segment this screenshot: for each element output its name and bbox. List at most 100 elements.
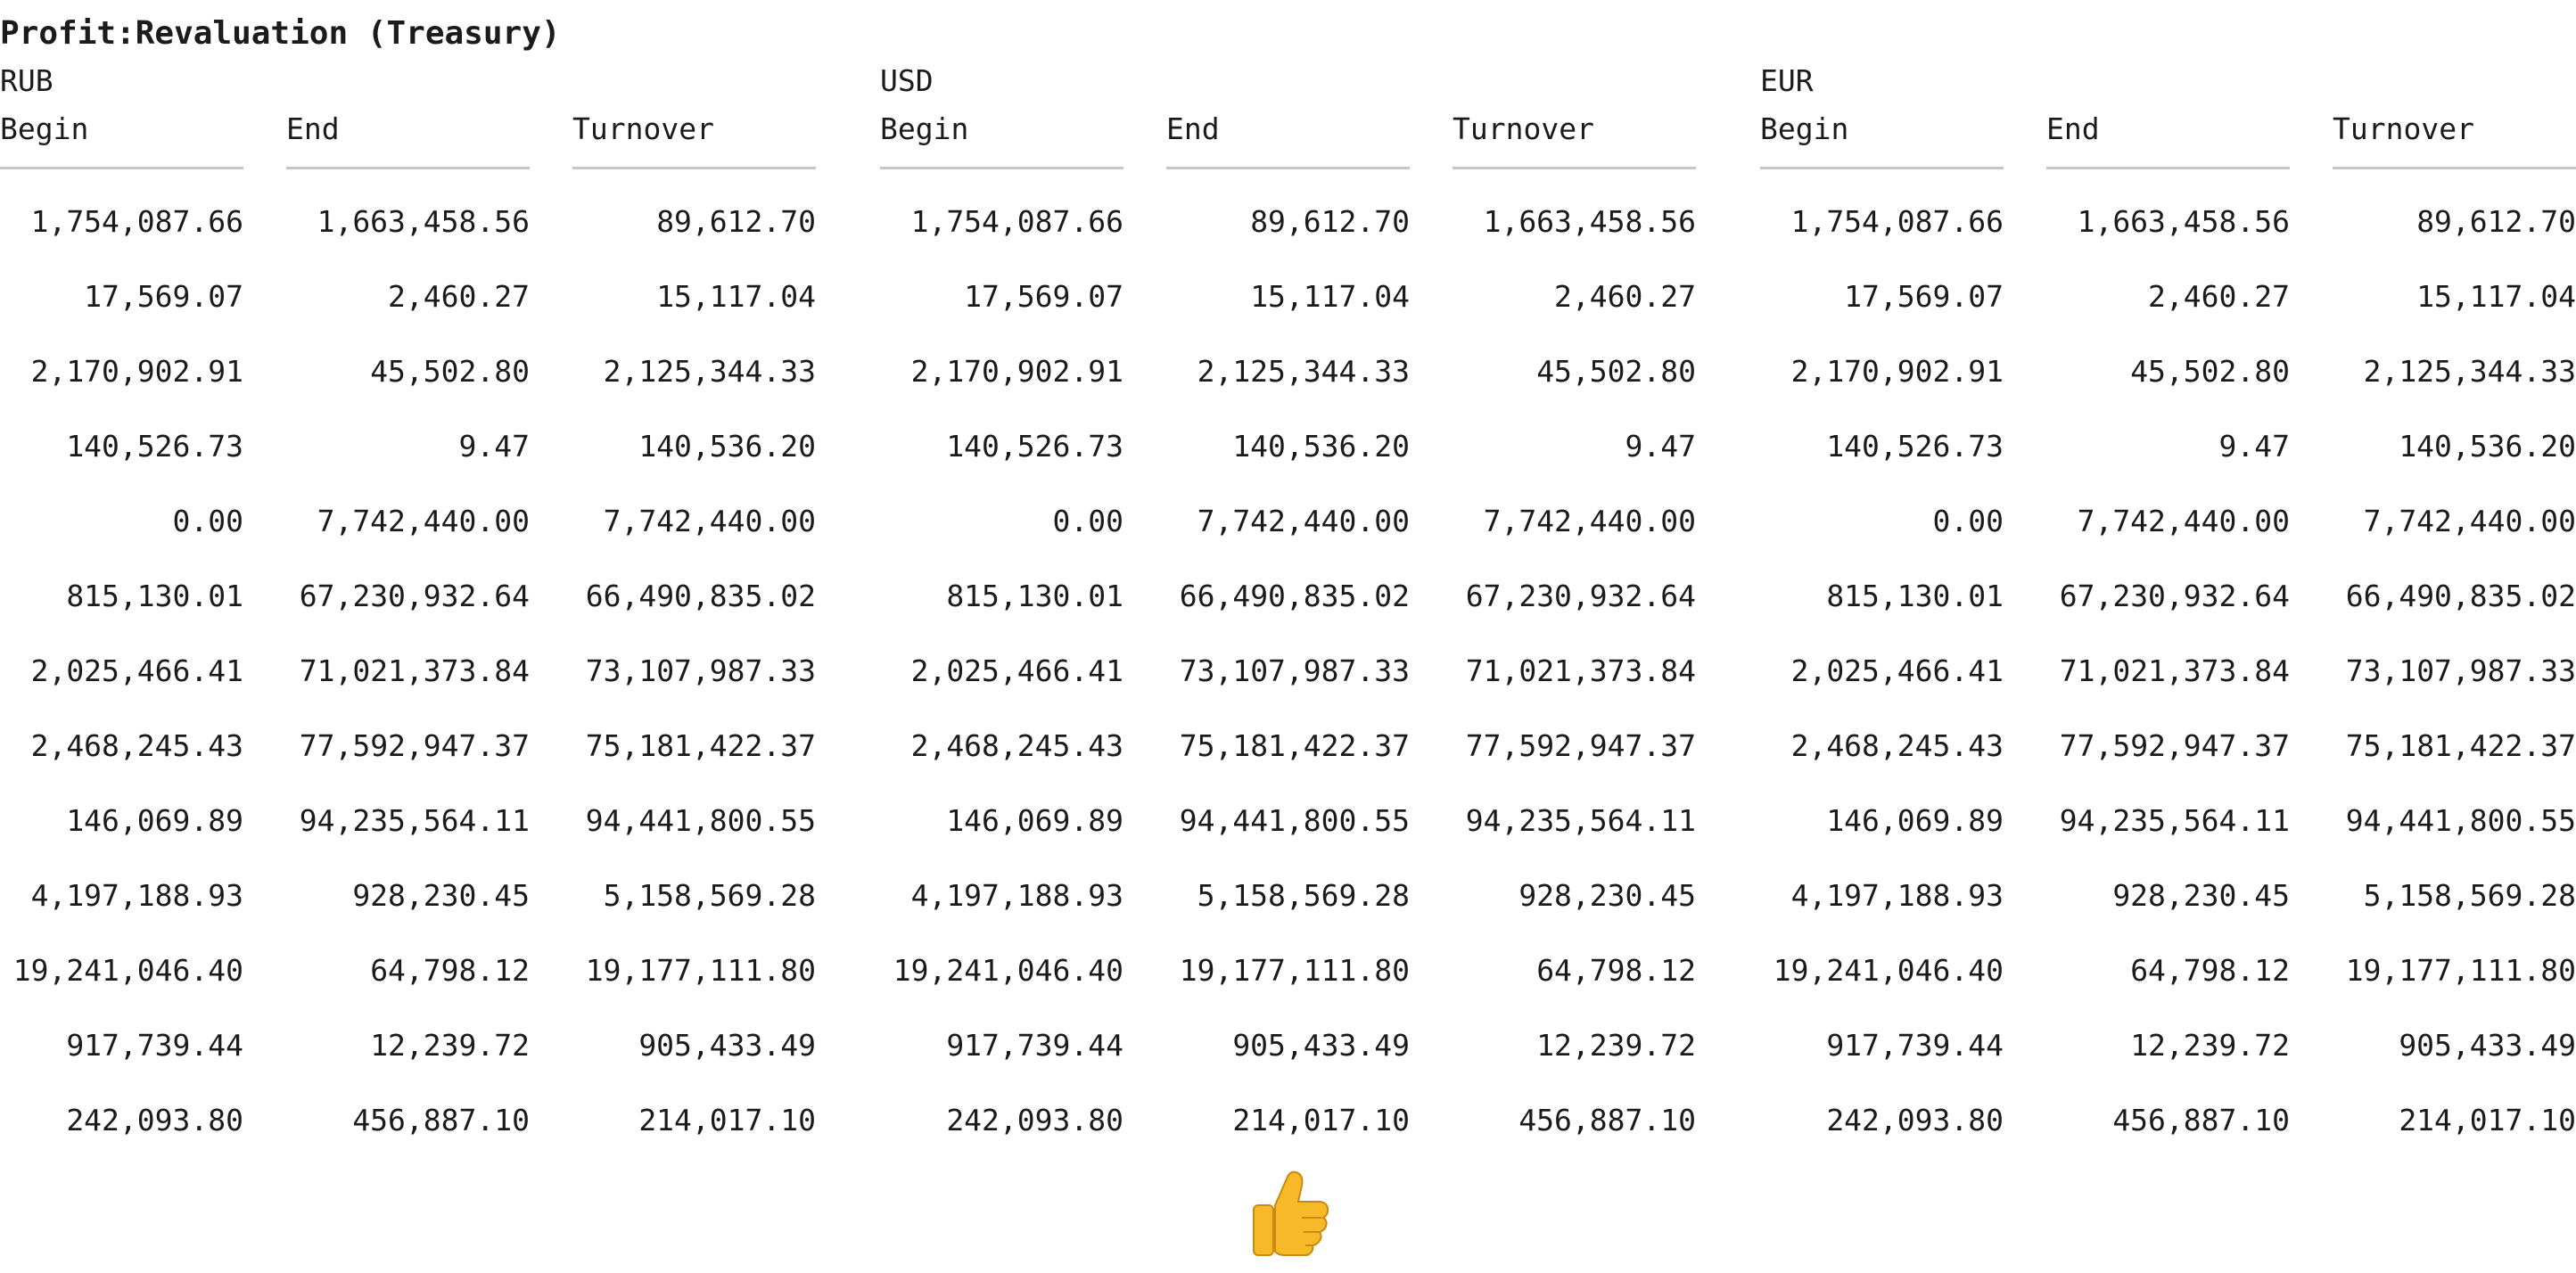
table-cell-eur-turnover: 2,125,344.33 <box>2363 354 2576 389</box>
table-cell-usd-end: 66,490,835.02 <box>1179 579 1410 613</box>
table-cell-rub-end: 7,742,440.00 <box>317 504 530 538</box>
table-cell-eur-end: 77,592,947.37 <box>2059 728 2290 763</box>
table-cell-eur-turnover: 15,117.04 <box>2416 279 2576 314</box>
table-cell-rub-end: 2,460.27 <box>388 279 530 314</box>
table-cell-eur-turnover: 75,181,422.37 <box>2345 728 2576 763</box>
table-cell-usd-turnover: 2,460.27 <box>1554 279 1696 314</box>
table-cell-eur-begin: 17,569.07 <box>1844 279 2004 314</box>
table-cell-eur-end: 456,887.10 <box>2112 1103 2290 1137</box>
table-cell-eur-begin: 2,170,902.91 <box>1790 354 2004 389</box>
column-header-rub-end: End <box>286 111 340 146</box>
table-cell-usd-turnover: 12,239.72 <box>1536 1028 1696 1063</box>
table-cell-rub-begin: 2,025,466.41 <box>30 653 243 688</box>
table-cell-rub-begin: 2,468,245.43 <box>30 728 243 763</box>
table-cell-usd-turnover: 1,663,458.56 <box>1483 204 1696 239</box>
report-title: Profit:Revaluation (Treasury) <box>0 15 561 52</box>
currency-label-rub: RUB <box>0 63 53 98</box>
table-cell-eur-end: 2,460.27 <box>2148 279 2290 314</box>
table-cell-eur-end: 12,239.72 <box>2130 1028 2290 1063</box>
table-cell-eur-turnover: 89,612.70 <box>2416 204 2576 239</box>
table-cell-eur-begin: 1,754,087.66 <box>1790 204 2004 239</box>
table-cell-usd-end: 19,177,111.80 <box>1179 953 1410 988</box>
table-cell-eur-turnover: 214,017.10 <box>2399 1103 2576 1137</box>
table-cell-rub-turnover: 66,490,835.02 <box>585 579 816 613</box>
table-cell-eur-turnover: 905,433.49 <box>2399 1028 2576 1063</box>
table-cell-rub-turnover: 75,181,422.37 <box>585 728 816 763</box>
table-cell-rub-begin: 17,569.07 <box>84 279 243 314</box>
header-underline <box>286 167 530 169</box>
column-header-usd-end: End <box>1166 111 1220 146</box>
header-underline <box>1760 167 2004 169</box>
table-cell-usd-begin: 2,468,245.43 <box>910 728 1123 763</box>
table-cell-eur-end: 7,742,440.00 <box>2077 504 2290 538</box>
thumbs-up-icon <box>1253 1170 1329 1256</box>
table-cell-rub-end: 71,021,373.84 <box>299 653 530 688</box>
column-header-eur-end: End <box>2046 111 2100 146</box>
table-cell-rub-turnover: 905,433.49 <box>638 1028 816 1063</box>
table-cell-eur-turnover: 94,441,800.55 <box>2345 803 2576 838</box>
table-cell-rub-turnover: 7,742,440.00 <box>603 504 816 538</box>
table-cell-usd-begin: 140,526.73 <box>946 429 1123 464</box>
table-cell-rub-end: 12,239.72 <box>370 1028 530 1063</box>
table-cell-eur-turnover: 140,536.20 <box>2399 429 2576 464</box>
table-cell-eur-turnover: 66,490,835.02 <box>2345 579 2576 613</box>
table-cell-rub-end: 45,502.80 <box>370 354 530 389</box>
column-header-usd-turnover: Turnover <box>1453 111 1594 146</box>
table-cell-eur-end: 1,663,458.56 <box>2077 204 2290 239</box>
currency-label-usd: USD <box>880 63 934 98</box>
table-cell-rub-end: 456,887.10 <box>352 1103 530 1137</box>
table-cell-eur-turnover: 19,177,111.80 <box>2345 953 2576 988</box>
table-cell-eur-begin: 19,241,046.40 <box>1773 953 2004 988</box>
table-cell-rub-end: 94,235,564.11 <box>299 803 530 838</box>
table-cell-eur-begin: 140,526.73 <box>1826 429 2004 464</box>
table-cell-rub-turnover: 89,612.70 <box>656 204 816 239</box>
table-cell-usd-turnover: 77,592,947.37 <box>1465 728 1696 763</box>
table-cell-rub-turnover: 2,125,344.33 <box>603 354 816 389</box>
table-cell-eur-begin: 0.00 <box>1932 504 2004 538</box>
table-cell-usd-end: 2,125,344.33 <box>1197 354 1410 389</box>
header-underline <box>1453 167 1696 169</box>
table-cell-usd-end: 94,441,800.55 <box>1179 803 1410 838</box>
table-cell-usd-end: 15,117.04 <box>1250 279 1410 314</box>
header-underline <box>2046 167 2290 169</box>
table-cell-rub-turnover: 94,441,800.55 <box>585 803 816 838</box>
column-header-eur-turnover: Turnover <box>2333 111 2474 146</box>
table-cell-rub-end: 64,798.12 <box>370 953 530 988</box>
table-cell-eur-turnover: 73,107,987.33 <box>2345 653 2576 688</box>
table-cell-rub-turnover: 73,107,987.33 <box>585 653 816 688</box>
table-cell-rub-begin: 19,241,046.40 <box>12 953 243 988</box>
table-cell-eur-end: 9.47 <box>2218 429 2290 464</box>
table-cell-eur-end: 928,230.45 <box>2112 878 2290 913</box>
table-cell-usd-turnover: 67,230,932.64 <box>1465 579 1696 613</box>
table-cell-rub-begin: 815,130.01 <box>66 579 243 613</box>
table-cell-eur-end: 45,502.80 <box>2130 354 2290 389</box>
table-cell-usd-end: 7,742,440.00 <box>1197 504 1410 538</box>
header-underline <box>2333 167 2576 169</box>
table-cell-rub-begin: 140,526.73 <box>66 429 243 464</box>
table-cell-usd-begin: 917,739.44 <box>946 1028 1123 1063</box>
table-cell-rub-turnover: 19,177,111.80 <box>585 953 816 988</box>
table-cell-usd-turnover: 64,798.12 <box>1536 953 1696 988</box>
table-cell-usd-begin: 17,569.07 <box>964 279 1123 314</box>
table-cell-usd-turnover: 71,021,373.84 <box>1465 653 1696 688</box>
table-cell-usd-turnover: 45,502.80 <box>1536 354 1696 389</box>
table-cell-eur-end: 94,235,564.11 <box>2059 803 2290 838</box>
table-cell-rub-turnover: 5,158,569.28 <box>603 878 816 913</box>
header-underline <box>1166 167 1410 169</box>
table-cell-usd-end: 140,536.20 <box>1232 429 1410 464</box>
table-cell-usd-begin: 0.00 <box>1052 504 1123 538</box>
column-header-rub-begin: Begin <box>0 111 89 146</box>
header-underline <box>0 167 243 169</box>
table-cell-usd-turnover: 7,742,440.00 <box>1483 504 1696 538</box>
table-cell-rub-begin: 242,093.80 <box>66 1103 243 1137</box>
table-cell-rub-end: 67,230,932.64 <box>299 579 530 613</box>
table-cell-eur-end: 67,230,932.64 <box>2059 579 2290 613</box>
table-cell-eur-turnover: 7,742,440.00 <box>2363 504 2576 538</box>
table-cell-usd-turnover: 94,235,564.11 <box>1465 803 1696 838</box>
table-cell-usd-begin: 19,241,046.40 <box>893 953 1123 988</box>
column-header-eur-begin: Begin <box>1760 111 1849 146</box>
header-underline <box>572 167 816 169</box>
table-cell-usd-begin: 242,093.80 <box>946 1103 1123 1137</box>
table-cell-usd-end: 905,433.49 <box>1232 1028 1410 1063</box>
table-cell-usd-begin: 815,130.01 <box>946 579 1123 613</box>
